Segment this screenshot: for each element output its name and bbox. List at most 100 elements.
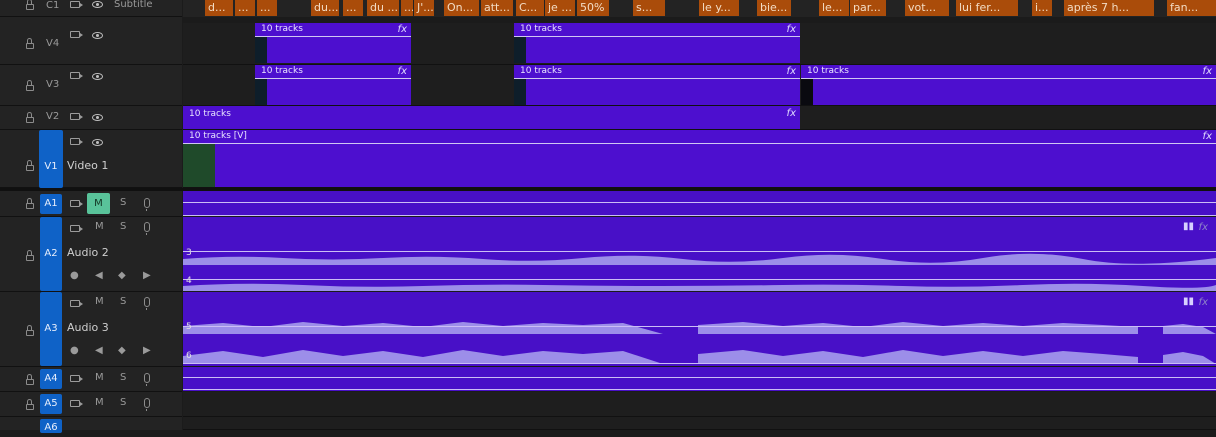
- video-clip[interactable]: 10 tracks fx: [514, 23, 800, 63]
- subtitle-clip[interactable]: i...: [1032, 0, 1052, 16]
- track-badge-a2[interactable]: A2: [40, 217, 62, 291]
- add-keyframe-icon[interactable]: ◆: [118, 345, 126, 356]
- eye-icon[interactable]: [92, 114, 103, 121]
- eye-icon[interactable]: [92, 139, 103, 146]
- camera-icon[interactable]: [70, 300, 83, 307]
- camera-icon[interactable]: [70, 225, 83, 232]
- camera-icon[interactable]: [70, 400, 83, 407]
- subtitle-clip[interactable]: On...: [444, 0, 479, 16]
- camera-icon[interactable]: [70, 72, 83, 79]
- lock-icon[interactable]: [26, 112, 34, 123]
- track-badge-a5[interactable]: A5: [40, 394, 62, 414]
- lock-icon[interactable]: [26, 374, 34, 385]
- camera-icon[interactable]: [70, 200, 83, 207]
- volume-knob-icon[interactable]: ●: [70, 345, 79, 356]
- camera-icon[interactable]: [70, 113, 83, 120]
- camera-icon[interactable]: [70, 375, 83, 382]
- subtitle-clip[interactable]: lui fer...: [956, 0, 1018, 16]
- track-header-a6: A6: [0, 417, 182, 433]
- audio-clip-a4[interactable]: [183, 367, 1216, 391]
- lock-icon[interactable]: [26, 198, 34, 209]
- subtitle-clip[interactable]: du...: [311, 0, 339, 16]
- lock-icon[interactable]: [26, 250, 34, 261]
- mute-button-a1[interactable]: M: [87, 193, 110, 214]
- eye-icon[interactable]: [92, 73, 103, 80]
- subtitle-clip[interactable]: fan...: [1167, 0, 1216, 16]
- track-badge-c1[interactable]: C1: [46, 0, 59, 11]
- track-badge-a1[interactable]: A1: [40, 194, 62, 214]
- track-badge-a3[interactable]: A3: [40, 292, 62, 366]
- prev-keyframe-icon[interactable]: ◀: [95, 270, 103, 281]
- subtitle-clip[interactable]: le y...: [699, 0, 739, 16]
- lock-icon[interactable]: [26, 160, 34, 171]
- subtitle-clip[interactable]: je ...: [545, 0, 575, 16]
- subtitle-clip[interactable]: att...: [481, 0, 513, 16]
- volume-knob-icon[interactable]: ●: [70, 270, 79, 281]
- next-keyframe-icon[interactable]: ▶: [143, 345, 151, 356]
- subtitle-clip[interactable]: vot...: [905, 0, 949, 16]
- solo-button-a3[interactable]: S: [120, 296, 126, 307]
- subtitle-clip[interactable]: après 7 h...: [1064, 0, 1154, 16]
- subtitle-clip[interactable]: ...: [401, 0, 413, 16]
- track-badge-a4[interactable]: A4: [40, 369, 62, 389]
- mic-icon[interactable]: [144, 198, 150, 211]
- eye-icon[interactable]: [92, 32, 103, 39]
- solo-button-a1[interactable]: S: [120, 197, 126, 208]
- subtitle-clip[interactable]: d...: [205, 0, 233, 16]
- subtitle-clip[interactable]: ...: [343, 0, 363, 16]
- track-badge-v3[interactable]: V3: [46, 79, 59, 90]
- video-clip[interactable]: 10 tracks fx: [255, 23, 411, 63]
- fx-icon: fx: [786, 24, 796, 35]
- camera-icon[interactable]: [70, 1, 83, 8]
- next-keyframe-icon[interactable]: ▶: [143, 270, 151, 281]
- lock-icon[interactable]: [26, 325, 34, 336]
- track-badge-v4[interactable]: V4: [46, 38, 59, 49]
- video-clip[interactable]: 10 tracks fx: [183, 106, 800, 129]
- video-clip-v1[interactable]: 10 tracks [V] fx: [183, 130, 1216, 187]
- solo-button-a4[interactable]: S: [120, 372, 126, 383]
- mute-button-a2[interactable]: M: [95, 221, 104, 232]
- track-badge-v2[interactable]: V2: [46, 111, 59, 122]
- mic-icon[interactable]: [144, 222, 150, 235]
- camera-icon[interactable]: [70, 31, 83, 38]
- subtitle-clip[interactable]: par...: [850, 0, 886, 16]
- mute-button-a5[interactable]: M: [95, 397, 104, 408]
- subtitle-clip[interactable]: s...: [633, 0, 665, 16]
- video-clip[interactable]: 10 tracks fx: [255, 65, 411, 105]
- lock-icon[interactable]: [26, 399, 34, 410]
- mute-button-a3[interactable]: M: [95, 296, 104, 307]
- video-clip[interactable]: 10 tracks fx: [801, 65, 1216, 105]
- prev-keyframe-icon[interactable]: ◀: [95, 345, 103, 356]
- lock-icon[interactable]: [26, 38, 34, 49]
- eye-icon[interactable]: [92, 1, 103, 8]
- mute-button-a4[interactable]: M: [95, 372, 104, 383]
- track-badge-a6[interactable]: A6: [40, 419, 62, 433]
- audio-clip-a2[interactable]: fx ▮▮ 3 4: [183, 217, 1216, 291]
- subtitle-clip[interactable]: C...: [516, 0, 544, 16]
- waveform-line: [183, 389, 1216, 390]
- lock-icon[interactable]: [26, 0, 34, 10]
- waveform-icon: ▮▮: [1182, 296, 1194, 307]
- subtitle-clip[interactable]: ...: [235, 0, 255, 16]
- solo-button-a2[interactable]: S: [120, 221, 126, 232]
- video-clip[interactable]: 10 tracks fx: [514, 65, 800, 105]
- mic-icon[interactable]: [144, 398, 150, 411]
- track-header-subtitle: C1 Subtitle: [0, 0, 182, 17]
- solo-button-a5[interactable]: S: [120, 397, 126, 408]
- lock-icon[interactable]: [26, 80, 34, 91]
- subtitle-clip[interactable]: ...: [257, 0, 277, 16]
- clip-label: 10 tracks [V]: [189, 131, 247, 141]
- subtitle-clip[interactable]: du ...: [367, 0, 399, 16]
- audio-clip-a1[interactable]: [183, 191, 1216, 216]
- subtitle-clip[interactable]: bie...: [757, 0, 791, 16]
- track-badge-v1[interactable]: V1: [39, 130, 63, 188]
- subtitle-clip[interactable]: le...: [819, 0, 849, 16]
- add-keyframe-icon[interactable]: ◆: [118, 270, 126, 281]
- mic-icon[interactable]: [144, 373, 150, 386]
- subtitle-clip[interactable]: J'...: [414, 0, 434, 16]
- subtitle-clip[interactable]: 50%: [577, 0, 609, 16]
- mic-icon[interactable]: [144, 297, 150, 310]
- clip-label: 10 tracks: [520, 24, 562, 34]
- camera-icon[interactable]: [70, 138, 83, 145]
- audio-clip-a3[interactable]: fx ▮▮ 5 6: [183, 292, 1216, 366]
